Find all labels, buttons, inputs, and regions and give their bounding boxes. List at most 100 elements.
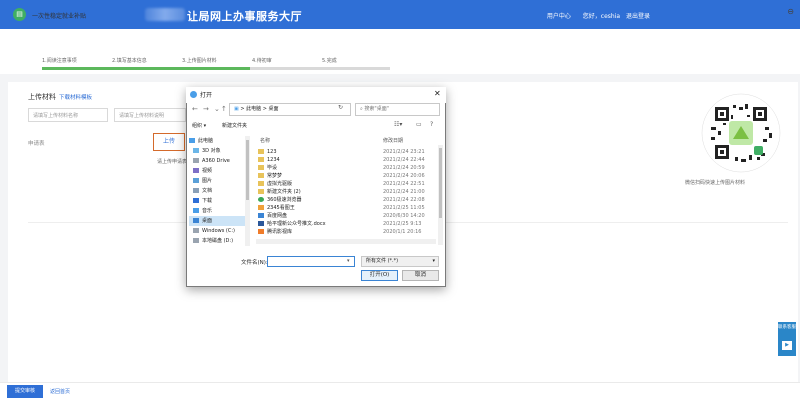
file-row[interactable]: 新建文件夹 (2) 2021/2/24 21:00 bbox=[258, 188, 440, 196]
picture-icon bbox=[193, 178, 199, 183]
tree-item-3d-objects[interactable]: 3D 对象 bbox=[189, 146, 245, 156]
tree-item-drive-c[interactable]: Windows (C:) bbox=[189, 226, 245, 236]
cube-icon bbox=[193, 148, 199, 153]
tree-item-downloads[interactable]: 下载 bbox=[189, 196, 245, 206]
dialog-app-icon bbox=[190, 91, 197, 98]
cancel-button[interactable]: 取消 bbox=[402, 270, 439, 281]
search-placeholder: 搜索"桌面" bbox=[364, 106, 390, 112]
organize-menu[interactable]: 组织 ▾ bbox=[192, 122, 206, 129]
back-arrow-icon[interactable]: ← bbox=[192, 105, 198, 113]
tree-item-documents[interactable]: 文档 bbox=[189, 186, 245, 196]
step-2: 2.填写基本信息 bbox=[112, 58, 147, 64]
refresh-icon[interactable]: ↻ bbox=[338, 104, 343, 111]
dropdown-recent-icon[interactable]: ⌄ bbox=[214, 105, 220, 113]
drive-icon bbox=[193, 238, 199, 243]
bottom-bar bbox=[0, 382, 800, 402]
tree-item-videos[interactable]: 视频 bbox=[189, 166, 245, 176]
download-template-link[interactable]: 下载材料模板 bbox=[59, 93, 92, 101]
address-segment-desktop[interactable]: 桌面 bbox=[269, 106, 279, 112]
folder-icon bbox=[258, 173, 264, 178]
search-desktop-input[interactable]: ⌕ 搜索"桌面" bbox=[355, 103, 440, 116]
material-name-input[interactable]: 请填写上传材料名称 bbox=[28, 108, 108, 122]
address-segment-pc[interactable]: 此电脑 bbox=[246, 106, 261, 112]
step-4: 4.待初审 bbox=[252, 58, 272, 64]
tree-item-drive-d[interactable]: 本地磁盘 (D:) bbox=[189, 236, 245, 246]
navigation-scroll-thumb[interactable] bbox=[246, 140, 249, 200]
tree-item-this-pc[interactable]: 此电脑 bbox=[189, 136, 245, 146]
file-row[interactable]: 百度网盘 2020/6/30 14:20 bbox=[258, 212, 440, 220]
folder-icon bbox=[258, 181, 264, 186]
desktop-icon bbox=[193, 218, 199, 223]
column-header-date[interactable]: 修改日期 bbox=[383, 137, 403, 144]
help-icon[interactable]: ? bbox=[430, 121, 433, 128]
file-row[interactable]: 虚拟光驱版 2021/2/24 22:51 bbox=[258, 180, 440, 188]
filename-dropdown-icon[interactable]: ▾ bbox=[347, 258, 350, 264]
forward-arrow-icon[interactable]: → bbox=[203, 105, 209, 113]
upload-button[interactable]: 上传 bbox=[153, 133, 185, 151]
folder-icon bbox=[258, 189, 264, 194]
file-row[interactable]: 2345看图王 2021/2/25 11:05 bbox=[258, 204, 440, 212]
address-bar[interactable]: ▣ > 此电脑 > 桌面 bbox=[229, 103, 351, 116]
step-progress-done bbox=[42, 67, 250, 70]
computer-icon bbox=[189, 138, 195, 143]
browser-icon bbox=[258, 197, 264, 202]
welcome-text: 您好，ceshia bbox=[582, 13, 621, 20]
service-name: 一次性稳定就业补贴 bbox=[32, 13, 87, 20]
file-row[interactable]: 毕设 2021/2/24 20:59 bbox=[258, 164, 440, 172]
dialog-titlebar[interactable] bbox=[186, 87, 446, 103]
logout-link[interactable]: 退出登录 bbox=[626, 13, 650, 20]
file-row[interactable]: 腾讯影视库 2020/1/1 20:16 bbox=[258, 228, 440, 236]
top-header bbox=[0, 0, 800, 29]
material-row-label: 申请表 bbox=[28, 141, 45, 147]
app-icon bbox=[258, 213, 264, 218]
material-desc-input[interactable]: 请填写上传材料说明 bbox=[114, 108, 186, 122]
filename-label: 文件名(N): bbox=[241, 260, 268, 266]
computer-icon: ▣ bbox=[234, 106, 239, 112]
step-progress-todo bbox=[250, 67, 390, 70]
contact-service-button[interactable]: 联系客服 bbox=[778, 322, 796, 356]
preview-pane-icon[interactable]: ▭ bbox=[416, 121, 422, 128]
play-icon[interactable]: ▶ bbox=[782, 341, 792, 350]
user-center-link[interactable]: 用户中心 bbox=[547, 13, 571, 20]
tree-item-music[interactable]: 音乐 bbox=[189, 206, 245, 216]
upload-hint: 请上传申请表 bbox=[157, 159, 188, 165]
qr-code-image bbox=[701, 93, 781, 173]
contact-service-label: 联系客服 bbox=[778, 325, 796, 330]
column-header-name[interactable]: 名称 bbox=[260, 137, 270, 144]
open-button[interactable]: 打开(O) bbox=[361, 270, 398, 281]
folder-icon bbox=[258, 149, 264, 154]
tree-item-a360[interactable]: A360 Drive bbox=[189, 156, 245, 166]
file-row[interactable]: 哈平理新公众号推文.docx 2021/2/25 9:13 bbox=[258, 220, 440, 228]
dialog-close-icon[interactable]: ✕ bbox=[434, 89, 441, 98]
document-icon bbox=[193, 188, 199, 193]
file-row[interactable]: 常梦梦 2021/2/24 20:06 bbox=[258, 172, 440, 180]
file-list-hscrollbar[interactable] bbox=[256, 239, 436, 244]
file-row[interactable]: 123 2021/2/24 23:21 bbox=[258, 148, 440, 156]
music-icon bbox=[193, 208, 199, 213]
navigation-pane: 此电脑 3D 对象 A360 Drive 视频 图片 文档 下载 音乐 桌面 W… bbox=[189, 136, 247, 246]
file-list-scroll-thumb[interactable] bbox=[439, 148, 442, 218]
search-icon: ⌕ bbox=[360, 106, 363, 112]
step-1: 1.阅读注意事项 bbox=[42, 58, 77, 64]
filetype-select[interactable]: 所有文件 (*.*) ▾ bbox=[361, 256, 439, 267]
tree-item-pictures[interactable]: 图片 bbox=[189, 176, 245, 186]
view-options-icon[interactable]: ☷▾ bbox=[394, 121, 402, 128]
tree-item-desktop[interactable]: 桌面 bbox=[189, 216, 245, 226]
collapse-icon[interactable]: ⊖ bbox=[787, 7, 794, 16]
folder-icon bbox=[258, 157, 264, 162]
step-3: 3.上传图片材料 bbox=[182, 58, 217, 64]
cloud-icon bbox=[193, 158, 199, 163]
filetype-value: 所有文件 (*.*) bbox=[366, 258, 399, 264]
submit-review-button[interactable]: 提交审核 bbox=[7, 385, 43, 398]
back-home-link[interactable]: 返回首页 bbox=[50, 388, 70, 395]
new-folder-button[interactable]: 新建文件夹 bbox=[222, 122, 247, 129]
app-icon bbox=[258, 229, 264, 234]
file-row[interactable]: 1234 2021/2/24 22:44 bbox=[258, 156, 440, 164]
app-icon bbox=[258, 205, 264, 210]
up-arrow-icon[interactable]: ↑ bbox=[221, 105, 227, 113]
download-icon bbox=[193, 198, 199, 203]
file-row[interactable]: 360极速浏览器 2021/2/24 22:08 bbox=[258, 196, 440, 204]
filename-input[interactable] bbox=[267, 256, 355, 267]
service-icon: ▤ bbox=[13, 8, 26, 21]
chevron-down-icon: ▾ bbox=[432, 258, 435, 264]
